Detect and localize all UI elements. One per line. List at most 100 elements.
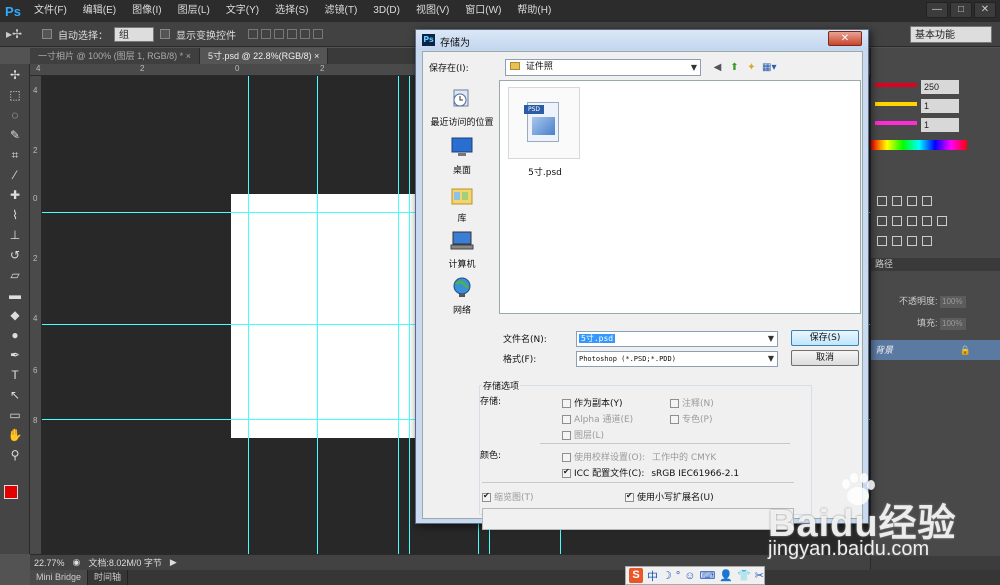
maximize-button[interactable]: □: [950, 2, 972, 18]
save-in-dropdown[interactable]: 证件照 ▼: [505, 58, 701, 76]
place-recent[interactable]: 最近访问的位置: [427, 88, 497, 128]
option-icc-profile[interactable]: ICC 配置文件(C): sRGB IEC61966-2.1: [562, 466, 739, 479]
status-info-icon[interactable]: ◉: [73, 557, 81, 568]
auto-select-checkbox[interactable]: [42, 29, 52, 39]
guide-line[interactable]: [317, 76, 318, 554]
view-menu-icon[interactable]: ▦▾: [762, 61, 776, 74]
path-select-tool-icon[interactable]: ↖: [4, 386, 26, 404]
menu-image[interactable]: 图像(I): [124, 0, 169, 22]
menu-3d[interactable]: 3D(D): [365, 0, 408, 22]
zoom-level[interactable]: 22.77%: [34, 558, 65, 568]
cancel-button[interactable]: 取消: [791, 350, 859, 366]
foreground-color-swatch[interactable]: [4, 485, 18, 499]
show-transform-checkbox[interactable]: [160, 29, 170, 39]
quick-select-tool-icon[interactable]: ✎: [4, 126, 26, 144]
color-balance-icon[interactable]: [907, 216, 917, 226]
move-tool-icon[interactable]: ✢: [4, 66, 26, 84]
checkbox[interactable]: [562, 431, 571, 440]
option-thumbnail[interactable]: 缩览图(T): [482, 490, 534, 503]
dialog-titlebar[interactable]: Ps 存储为 ✕: [416, 30, 868, 50]
color-spectrum[interactable]: [871, 140, 967, 150]
menu-edit[interactable]: 编辑(E): [75, 0, 124, 22]
keyboard-icon[interactable]: ⌨: [699, 569, 715, 582]
shirt-icon[interactable]: 👕: [737, 569, 751, 582]
history-brush-icon[interactable]: ↺: [4, 246, 26, 264]
menu-layer[interactable]: 图层(L): [170, 0, 218, 22]
moon-icon[interactable]: ☽: [662, 569, 672, 582]
move-tool-icon[interactable]: ▸✢: [6, 27, 36, 41]
status-arrow-icon[interactable]: ▶: [170, 557, 177, 568]
tab-mini-bridge[interactable]: Mini Bridge: [30, 570, 89, 585]
file-list[interactable]: PSD 5寸.psd: [499, 80, 861, 314]
shape-tool-icon[interactable]: ▭: [4, 406, 26, 424]
option-spot-colors[interactable]: 专色(P): [670, 412, 712, 425]
checkbox[interactable]: [562, 399, 571, 408]
guide-line[interactable]: [248, 76, 249, 554]
brush-tool-icon[interactable]: ⌇: [4, 206, 26, 224]
smile-icon[interactable]: ☺: [684, 570, 695, 582]
guide-line[interactable]: [398, 76, 399, 554]
align-left-icon[interactable]: [287, 29, 297, 39]
stamp-tool-icon[interactable]: ⊥: [4, 226, 26, 244]
checkbox-checked[interactable]: [482, 491, 491, 502]
menu-window[interactable]: 窗口(W): [457, 0, 509, 22]
vibrance-icon[interactable]: [877, 216, 887, 226]
new-folder-icon[interactable]: ✦: [745, 61, 758, 74]
crop-tool-icon[interactable]: ⌗: [4, 146, 26, 164]
checkbox[interactable]: [562, 453, 571, 462]
menu-filter[interactable]: 滤镜(T): [317, 0, 366, 22]
tab-close-icon[interactable]: ×: [186, 51, 191, 61]
dialog-close-button[interactable]: ✕: [828, 31, 862, 46]
blue-track[interactable]: [875, 121, 917, 125]
paths-tab[interactable]: 路径: [871, 258, 1000, 271]
option-lowercase-ext[interactable]: 使用小写扩展名(U): [625, 490, 714, 503]
posterize-icon[interactable]: [892, 236, 902, 246]
align-center-icon[interactable]: [300, 29, 310, 39]
file-item[interactable]: PSD 5寸.psd: [508, 87, 582, 179]
filename-input[interactable]: 5寸.psd ▼: [576, 330, 778, 347]
threshold-icon[interactable]: [907, 236, 917, 246]
red-value[interactable]: 250: [921, 80, 959, 94]
layer-row-background[interactable]: 背景 🔒: [871, 340, 1000, 360]
levels-icon[interactable]: [892, 196, 902, 206]
pen-tool-icon[interactable]: ✒: [4, 346, 26, 364]
invert-icon[interactable]: [877, 236, 887, 246]
hue-icon[interactable]: [892, 216, 902, 226]
tab-close-icon[interactable]: ×: [314, 51, 319, 61]
menu-type[interactable]: 文字(Y): [218, 0, 267, 22]
tab-5inch-psd[interactable]: 5寸.psd @ 22.8%(RGB/8) ×: [199, 48, 329, 64]
green-value[interactable]: 1: [921, 99, 959, 113]
close-app-button[interactable]: ✕: [974, 2, 996, 18]
tab-timeline[interactable]: 时间轴: [88, 570, 129, 585]
menu-select[interactable]: 选择(S): [267, 0, 316, 22]
color-slider-red[interactable]: 250: [871, 80, 1000, 94]
blue-value[interactable]: 1: [921, 118, 959, 132]
photo-filter-icon[interactable]: [937, 216, 947, 226]
type-tool-icon[interactable]: T: [4, 366, 26, 384]
gradient-map-icon[interactable]: [922, 236, 932, 246]
sogou-logo-icon[interactable]: S: [629, 568, 643, 583]
fill-field[interactable]: 100%: [940, 318, 967, 330]
align-top-icon[interactable]: [248, 29, 258, 39]
align-middle-icon[interactable]: [261, 29, 271, 39]
marquee-tool-icon[interactable]: ⬚: [4, 86, 26, 104]
lasso-tool-icon[interactable]: ◌: [4, 106, 26, 124]
gradient-tool-icon[interactable]: ▬: [4, 286, 26, 304]
checkbox[interactable]: [670, 399, 679, 408]
place-desktop[interactable]: 桌面: [427, 136, 497, 176]
dodge-tool-icon[interactable]: ●: [4, 326, 26, 344]
punctuation-icon[interactable]: °: [676, 570, 680, 582]
eraser-tool-icon[interactable]: ▱: [4, 266, 26, 284]
align-bottom-icon[interactable]: [274, 29, 284, 39]
place-library[interactable]: 库: [427, 184, 497, 224]
exposure-icon[interactable]: [922, 196, 932, 206]
healing-tool-icon[interactable]: ✚: [4, 186, 26, 204]
minimize-button[interactable]: —: [926, 2, 948, 18]
tab-one-inch-photo[interactable]: 一寸相片 @ 100% (图层 1, RGB/8) * ×: [30, 48, 200, 64]
up-folder-icon[interactable]: ⬆: [728, 61, 741, 74]
zoom-tool-icon[interactable]: ⚲: [4, 446, 26, 464]
checkbox-checked[interactable]: [562, 467, 571, 478]
checkbox[interactable]: [562, 415, 571, 424]
guide-line[interactable]: [409, 76, 410, 554]
red-track[interactable]: [875, 83, 917, 87]
